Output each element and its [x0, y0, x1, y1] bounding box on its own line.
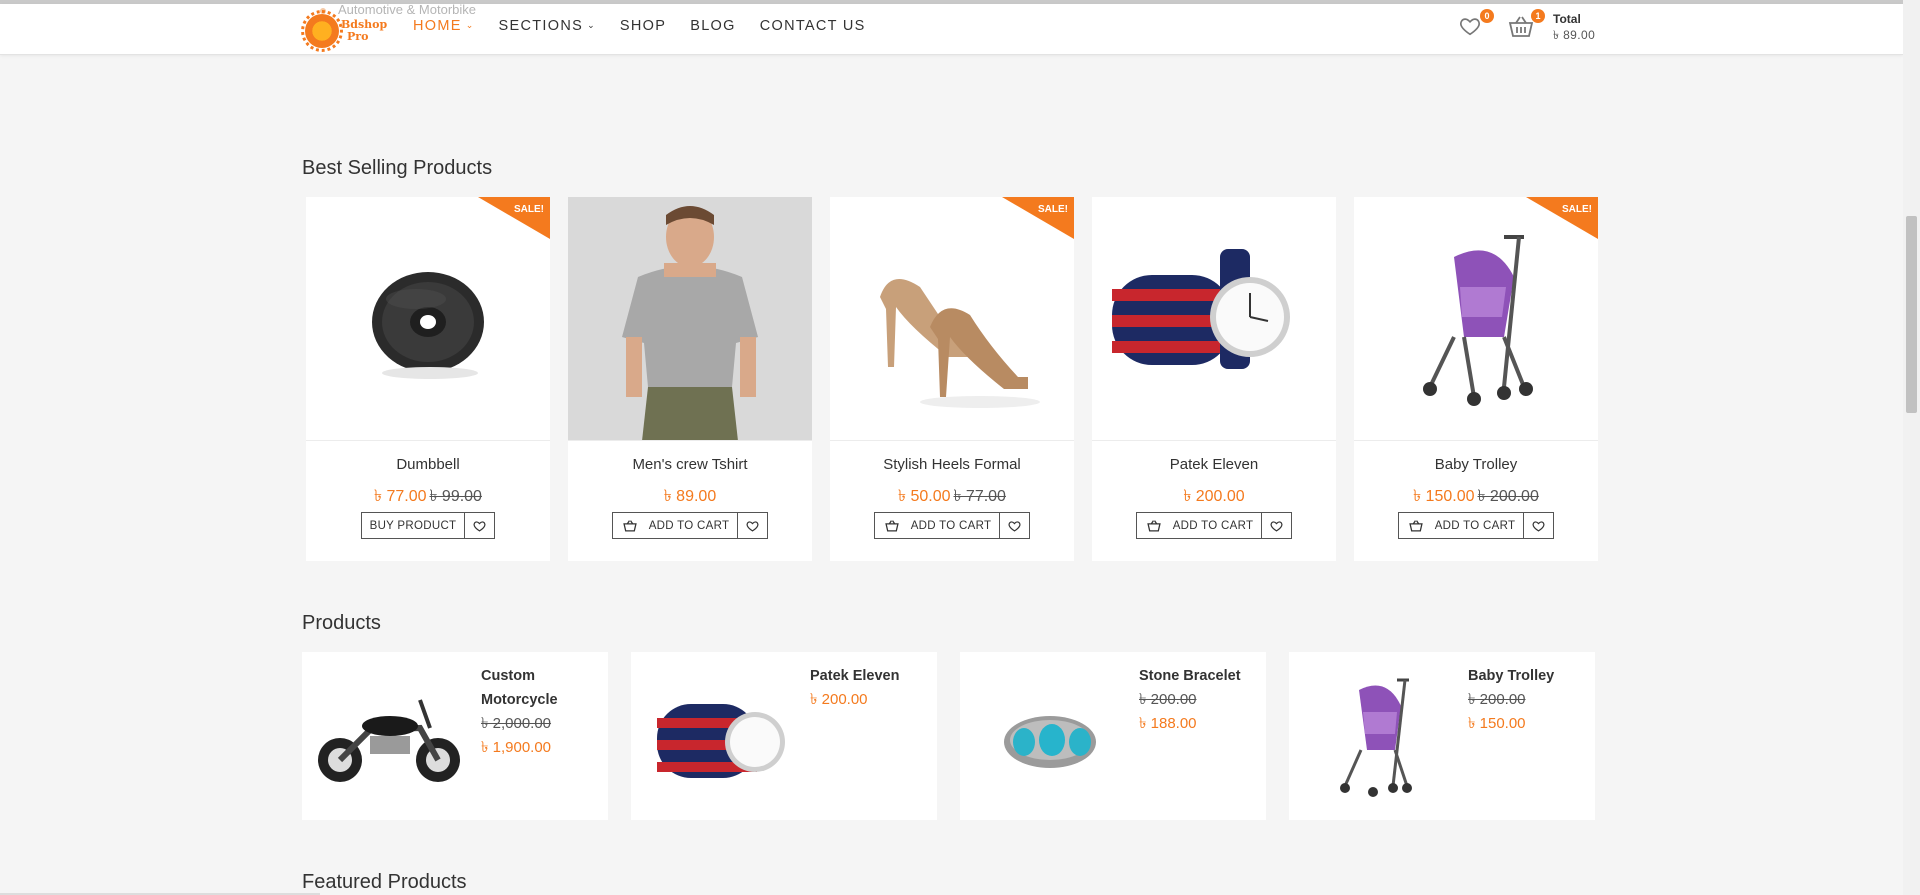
- trolley-image[interactable]: [1297, 660, 1457, 810]
- product-info: Baby Trolley ৳ 200.00 ৳ 150.00: [1468, 664, 1588, 736]
- product-old-price: ৳ 200.00: [1139, 691, 1197, 708]
- nav-item-home[interactable]: HOME ⌄: [413, 18, 475, 34]
- product-list-item[interactable]: Stone Bracelet ৳ 200.00 ৳ 188.00: [960, 652, 1266, 820]
- add-to-wishlist-button[interactable]: [738, 512, 769, 539]
- featured-products-title: Featured Products: [302, 871, 467, 893]
- best-selling-grid: SALE! Dumbbell ৳ 77.00 ৳ 99.00 BUY PRODUC…: [306, 197, 1598, 561]
- sale-label: SALE!: [514, 204, 544, 215]
- product-name[interactable]: Baby Trolley: [1354, 456, 1598, 473]
- product-name[interactable]: Patek Eleven: [1092, 456, 1336, 473]
- chevron-down-icon: ⌄: [465, 20, 475, 30]
- product-price: ৳ 150.00 ৳ 200.00: [1413, 488, 1539, 505]
- add-to-cart-button[interactable]: ADD TO CART: [1135, 512, 1263, 539]
- product-card[interactable]: Patek Eleven ৳ 200.00 ADD TO CART: [1092, 197, 1336, 561]
- product-list-item[interactable]: Custom Motorcycle ৳ 2,000.00 ৳ 1,900.00: [302, 652, 608, 820]
- tshirt-model-image: [568, 197, 812, 440]
- product-image[interactable]: SALE!: [830, 197, 1074, 441]
- product-name[interactable]: Stylish Heels Formal: [830, 456, 1074, 473]
- add-to-wishlist-button[interactable]: [1000, 512, 1031, 539]
- best-selling-title: Best Selling Products: [302, 157, 493, 179]
- nav-item-contact[interactable]: CONTACT US: [760, 18, 866, 34]
- cart-basket-icon: [884, 519, 899, 531]
- product-price: ৳ 200.00: [1183, 488, 1245, 505]
- product-card[interactable]: SALE! Dumbbell ৳ 77.00 ৳ 99.00 BUY PRODUC…: [306, 197, 550, 561]
- product-card[interactable]: Men's crew Tshirt ৳ 89.00 ADD TO CART: [568, 197, 812, 561]
- product-image[interactable]: [1092, 197, 1336, 441]
- product-name[interactable]: Men's crew Tshirt: [568, 456, 812, 473]
- sale-label: SALE!: [1038, 204, 1068, 215]
- cart-total-label: Total: [1553, 12, 1581, 26]
- motorcycle-image[interactable]: [310, 660, 470, 810]
- sun-logo-icon: [301, 10, 343, 52]
- add-to-wishlist-button[interactable]: [465, 512, 496, 539]
- product-price: ৳ 150.00: [1468, 715, 1526, 732]
- product-image[interactable]: [568, 197, 812, 441]
- product-actions: ADD TO CART: [1354, 512, 1598, 539]
- product-name[interactable]: Dumbbell: [306, 456, 550, 473]
- nav-item-shop[interactable]: SHOP: [620, 18, 666, 34]
- product-actions: ADD TO CART: [568, 512, 812, 539]
- product-name[interactable]: Stone Bracelet: [1139, 664, 1259, 688]
- wishlist-count-badge: 0: [1480, 9, 1494, 23]
- main-nav: HOME ⌄ SECTIONS ⌄ SHOP BLOG CONTACT US: [413, 18, 866, 34]
- product-price: ৳ 200.00: [810, 691, 868, 708]
- product-actions: ADD TO CART: [1092, 512, 1336, 539]
- site-header: Automotive & Motorbike Bdshop Pro HOME ⌄ …: [0, 2, 1903, 55]
- add-to-cart-button[interactable]: ADD TO CART: [873, 512, 1001, 539]
- product-info: Patek Eleven ৳ 200.00: [810, 664, 930, 712]
- cart-count-badge: 1: [1531, 9, 1545, 23]
- products-list: Custom Motorcycle ৳ 2,000.00 ৳ 1,900.00 …: [302, 652, 1595, 820]
- add-to-cart-button[interactable]: ADD TO CART: [1397, 512, 1525, 539]
- product-image[interactable]: SALE!: [306, 197, 550, 441]
- product-name[interactable]: Custom Motorcycle: [481, 664, 601, 712]
- sale-label: SALE!: [1562, 204, 1592, 215]
- heart-icon: [473, 520, 486, 532]
- cart-total-value: ৳ 89.00: [1553, 28, 1596, 42]
- product-card[interactable]: SALE! Baby Trolley ৳ 150.00 ৳ 200.00 ADD …: [1354, 197, 1598, 561]
- bracelet-image[interactable]: [968, 660, 1128, 810]
- product-price: ৳ 188.00: [1139, 715, 1197, 732]
- heart-icon: [746, 520, 759, 532]
- chevron-down-icon: ⌄: [587, 20, 596, 30]
- cart-basket-icon: [622, 519, 637, 531]
- scrollbar-thumb[interactable]: [1906, 216, 1917, 413]
- product-price: ৳ 50.00 ৳ 77.00: [898, 488, 1006, 505]
- product-actions: ADD TO CART: [830, 512, 1074, 539]
- wishlist-heart-icon[interactable]: [1459, 15, 1481, 37]
- cart-basket-icon[interactable]: [1508, 15, 1534, 39]
- product-info: Custom Motorcycle ৳ 2,000.00 ৳ 1,900.00: [481, 664, 601, 760]
- add-to-cart-button[interactable]: ADD TO CART: [611, 512, 739, 539]
- products-title: Products: [302, 612, 381, 634]
- add-to-wishlist-button[interactable]: [1524, 512, 1555, 539]
- nav-item-blog[interactable]: BLOG: [690, 18, 736, 34]
- product-price: ৳ 1,900.00: [481, 739, 552, 756]
- scrollbar-track[interactable]: [1903, 0, 1920, 895]
- watch-image: [1112, 249, 1290, 369]
- buy-product-button[interactable]: BUY PRODUCT: [360, 512, 466, 539]
- heart-icon: [1270, 520, 1283, 532]
- heart-icon: [1532, 520, 1545, 532]
- product-old-price: ৳ 200.00: [1468, 691, 1526, 708]
- heart-icon: [1008, 520, 1021, 532]
- add-to-wishlist-button[interactable]: [1262, 512, 1293, 539]
- product-actions: BUY PRODUCT: [306, 512, 550, 539]
- product-name[interactable]: Baby Trolley: [1468, 664, 1588, 688]
- product-price: ৳ 77.00 ৳ 99.00: [374, 488, 482, 505]
- watch-image[interactable]: [639, 660, 799, 810]
- product-name[interactable]: Patek Eleven: [810, 664, 930, 688]
- product-image[interactable]: SALE!: [1354, 197, 1598, 441]
- product-card[interactable]: SALE! Stylish Heels Formal ৳ 50.00 ৳ 77.0…: [830, 197, 1074, 561]
- product-list-item[interactable]: Baby Trolley ৳ 200.00 ৳ 150.00: [1289, 652, 1595, 820]
- product-old-price: ৳ 2,000.00: [481, 715, 552, 732]
- cart-basket-icon: [1408, 519, 1423, 531]
- nav-item-sections[interactable]: SECTIONS ⌄: [499, 18, 596, 34]
- cart-basket-icon: [1146, 519, 1161, 531]
- site-logo[interactable]: Bdshop Pro: [301, 10, 387, 52]
- product-info: Stone Bracelet ৳ 200.00 ৳ 188.00: [1139, 664, 1259, 736]
- product-list-item[interactable]: Patek Eleven ৳ 200.00: [631, 652, 937, 820]
- product-price: ৳ 89.00: [663, 488, 717, 505]
- logo-text: Bdshop Pro: [341, 18, 388, 43]
